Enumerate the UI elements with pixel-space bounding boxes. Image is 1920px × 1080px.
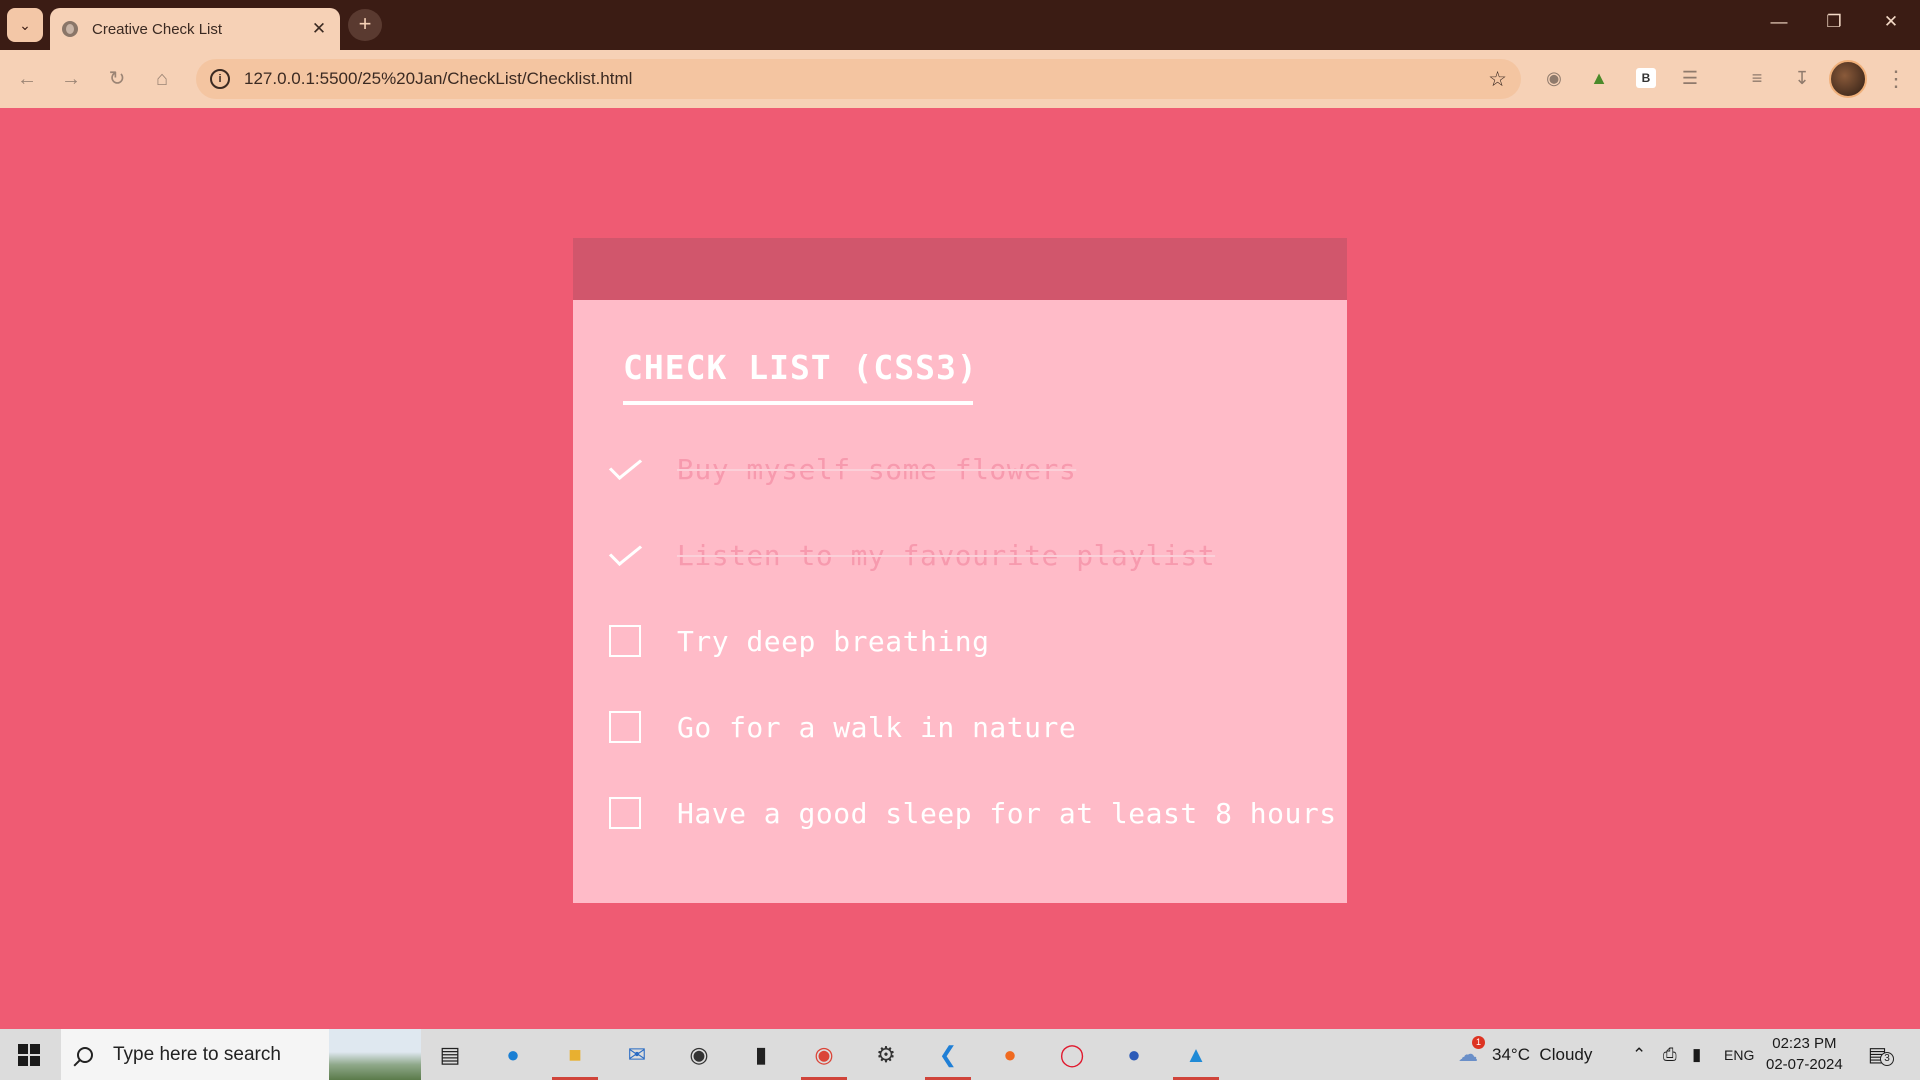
checklist-item[interactable]: Buy myself some flowers <box>609 449 1329 489</box>
file-explorer-icon[interactable]: ■ <box>559 1039 591 1071</box>
cloud-icon: ☁ 1 <box>1458 1036 1485 1067</box>
checklist-item[interactable]: Go for a walk in nature <box>609 707 1329 747</box>
reload-button[interactable]: ↻ <box>104 67 130 93</box>
card-header-bar <box>573 238 1347 300</box>
checklist-card: CHECK LIST (CSS3) Buy myself some flower… <box>573 238 1347 903</box>
firefox-icon[interactable]: ● <box>994 1039 1026 1071</box>
edge-icon[interactable]: ● <box>497 1039 529 1071</box>
notification-count: 3 <box>1880 1052 1894 1066</box>
site-info-icon[interactable]: i <box>210 69 230 89</box>
profile-avatar[interactable] <box>1829 60 1867 98</box>
media-icon[interactable]: ≡ <box>1745 66 1769 90</box>
photos-icon[interactable]: ▲ <box>1180 1039 1212 1071</box>
browser-icon[interactable]: ● <box>1118 1039 1150 1071</box>
restore-button[interactable]: ❐ <box>1820 12 1848 32</box>
notification-icon: ▤ 3 <box>1868 1042 1894 1067</box>
close-window-button[interactable]: ✕ <box>1877 12 1905 32</box>
browser-titlebar: ⌄ Creative Check List ✕ + — ❐ ✕ <box>0 0 1920 50</box>
network-icon[interactable]: ⎙ <box>1663 1029 1677 1080</box>
weather-widget[interactable]: ☁ 1 34°C Cloudy <box>1458 1029 1592 1080</box>
weather-badge: 1 <box>1472 1036 1485 1049</box>
checkbox[interactable] <box>609 711 641 743</box>
chevron-down-icon: ⌄ <box>19 16 31 33</box>
clock-date: 02-07-2024 <box>1766 1056 1843 1073</box>
terminal-icon[interactable]: ▮ <box>745 1039 777 1071</box>
tab-close-icon[interactable]: ✕ <box>310 19 328 39</box>
language-indicator[interactable]: ENG <box>1724 1029 1754 1080</box>
tab-title: Creative Check List <box>92 20 223 38</box>
checklist-title: CHECK LIST (CSS3) <box>623 348 978 387</box>
browser-tab[interactable]: Creative Check List ✕ <box>50 8 340 50</box>
minimize-button[interactable]: — <box>1765 12 1793 32</box>
settings-icon[interactable]: ⚙ <box>870 1039 902 1071</box>
downloads-icon[interactable]: ↧ <box>1790 66 1814 90</box>
url-text[interactable]: 127.0.0.1:5500/25%20Jan/CheckList/Checkl… <box>244 69 1488 89</box>
task-view-icon[interactable]: ▤ <box>434 1039 466 1071</box>
page-content: CHECK LIST (CSS3) Buy myself some flower… <box>0 108 1920 1029</box>
checklist-item-label: Go for a walk in nature <box>677 710 1077 744</box>
title-underline <box>623 401 973 405</box>
checkbox[interactable] <box>609 625 641 657</box>
checklist-item-label: Have a good sleep for at least 8 hours <box>677 796 1337 830</box>
checklist-item-label: Listen to my favourite playlist <box>677 538 1216 572</box>
taskbar-search-input[interactable]: Type here to search <box>61 1029 421 1080</box>
opera-icon[interactable]: ◯ <box>1056 1039 1088 1071</box>
globe-icon <box>62 21 78 37</box>
clock[interactable]: 02:23 PM 02-07-2024 <box>1766 1033 1843 1075</box>
search-highlight-image <box>329 1029 421 1080</box>
browser-toolbar: ← → ↻ ⌂ i 127.0.0.1:5500/25%20Jan/CheckL… <box>0 50 1920 108</box>
checkbox[interactable] <box>609 797 641 829</box>
checklist-item[interactable]: Have a good sleep for at least 8 hours <box>609 793 1336 833</box>
clock-time: 02:23 PM <box>1772 1035 1837 1052</box>
mail-icon[interactable]: ✉ <box>621 1039 653 1071</box>
checklist-item-label: Buy myself some flowers <box>677 452 1077 486</box>
home-button[interactable]: ⌂ <box>149 67 175 93</box>
html-extension-icon[interactable]: ▲ <box>1587 66 1611 90</box>
checklist-item[interactable]: Listen to my favourite playlist <box>609 535 1329 575</box>
checklist-item-label: Try deep breathing <box>677 624 990 658</box>
search-icon <box>77 1046 93 1063</box>
show-hidden-icons-button[interactable]: ⌃ <box>1632 1029 1646 1080</box>
checkmark-icon[interactable] <box>609 539 641 571</box>
extensions-icon[interactable]: ☰ <box>1678 66 1702 90</box>
obs-icon[interactable]: ◉ <box>683 1039 715 1071</box>
new-tab-button[interactable]: + <box>348 9 382 41</box>
battery-icon[interactable]: ▮ <box>1692 1029 1701 1080</box>
bookmark-star-icon[interactable]: ☆ <box>1488 67 1507 92</box>
vscode-icon[interactable]: ❮ <box>932 1039 964 1071</box>
b-extension-icon[interactable]: B <box>1636 68 1656 88</box>
address-bar[interactable]: i 127.0.0.1:5500/25%20Jan/CheckList/Chec… <box>196 59 1521 99</box>
tab-search-button[interactable]: ⌄ <box>7 8 43 42</box>
search-placeholder: Type here to search <box>113 1043 281 1065</box>
chevron-up-icon: ⌃ <box>1632 1044 1647 1064</box>
weather-text: 34°C Cloudy <box>1492 1044 1593 1064</box>
notification-button[interactable]: ▤ 3 <box>1868 1029 1894 1080</box>
taskbar: Type here to search ▤ ● ■ ✉ ◉ ▮ ◉ ⚙ ❮ ● … <box>0 1029 1920 1080</box>
extension-puzzle-icon[interactable]: ◉ <box>1542 66 1566 90</box>
checklist-item[interactable]: Try deep breathing <box>609 621 1329 661</box>
chrome-icon[interactable]: ◉ <box>808 1039 840 1071</box>
checkmark-icon[interactable] <box>609 453 641 485</box>
windows-start-icon[interactable] <box>18 1044 40 1066</box>
back-button[interactable]: ← <box>14 67 40 93</box>
menu-dots-icon[interactable]: ⋮ <box>1885 66 1907 92</box>
forward-button[interactable]: → <box>58 67 84 93</box>
